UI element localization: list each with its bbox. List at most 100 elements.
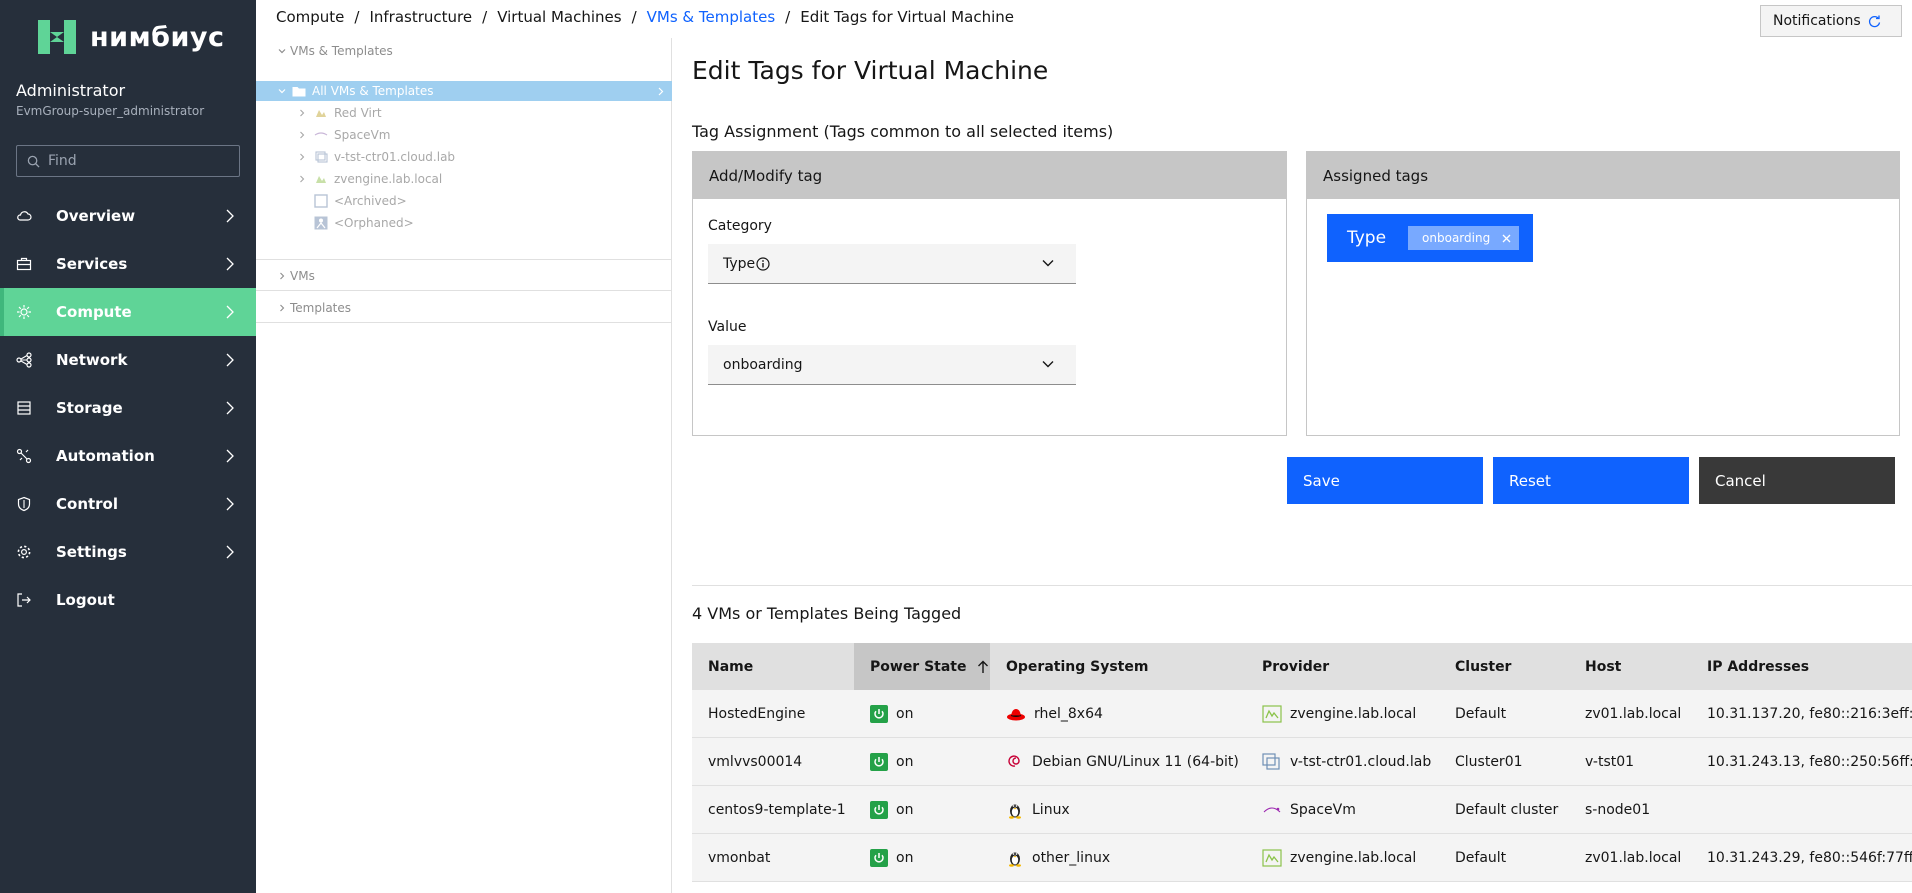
spacevm-provider-icon <box>1263 806 1281 812</box>
cell-power: on <box>854 834 990 881</box>
breadcrumb-compute[interactable]: Compute <box>276 8 344 26</box>
nav-storage[interactable]: Storage <box>0 384 256 432</box>
nav-automation[interactable]: Automation <box>0 432 256 480</box>
tree-node-orphaned[interactable]: <Orphaned> <box>256 216 672 230</box>
power-on-icon <box>870 848 888 867</box>
breadcrumb-virtual-machines[interactable]: Virtual Machines <box>497 8 621 26</box>
power-state: on <box>896 801 914 818</box>
chevron-down-icon <box>1042 361 1054 368</box>
breadcrumb-vms-templates[interactable]: VMs & Templates <box>647 8 776 26</box>
assigned-tags-panel: Assigned tags Type onboarding <box>1306 151 1900 436</box>
table-row[interactable]: centos9-template-1 on Linux SpaceVm Defa… <box>692 786 1912 834</box>
chevron-right-icon <box>226 401 234 415</box>
tree-node-all-vms-templates[interactable]: All VMs & Templates <box>256 81 672 101</box>
shield-icon <box>16 496 32 512</box>
column-header-power-state[interactable]: Power State <box>854 643 990 690</box>
notifications-button[interactable]: Notifications <box>1760 5 1902 37</box>
nav-label: Overview <box>56 207 136 225</box>
tree-section-label: VMs & Templates <box>290 44 393 58</box>
cell-host: s-node01 <box>1585 801 1651 818</box>
breadcrumb-current: Edit Tags for Virtual Machine <box>800 8 1014 26</box>
refresh-bell-icon <box>1868 15 1880 28</box>
power-on-icon <box>870 752 888 771</box>
search-icon <box>27 155 40 168</box>
breadcrumb-infrastructure[interactable]: Infrastructure <box>369 8 472 26</box>
tree-section-vms[interactable]: VMs <box>278 269 315 283</box>
chevron-right-icon <box>280 272 285 280</box>
nav-compute[interactable]: Compute <box>0 288 256 336</box>
power-on-icon <box>870 800 888 819</box>
find-input[interactable] <box>48 153 228 169</box>
power-on-icon <box>870 704 888 723</box>
nav-network[interactable]: Network <box>0 336 256 384</box>
cell-cluster: Default <box>1455 849 1507 866</box>
category-label: Category <box>708 218 772 234</box>
column-header-provider[interactable]: Provider <box>1246 643 1439 690</box>
sort-ascending-icon <box>977 660 988 673</box>
category-select[interactable]: Type <box>708 244 1076 284</box>
debian-icon <box>1008 754 1020 767</box>
database-icon <box>16 400 32 416</box>
tree-section-templates[interactable]: Templates <box>278 301 351 315</box>
tree-node-archived[interactable]: <Archived> <box>256 194 672 208</box>
cancel-button[interactable]: Cancel <box>1699 457 1895 504</box>
sidebar: нимбиус Administrator EvmGroup-super_adm… <box>0 0 256 893</box>
power-state: on <box>896 753 914 770</box>
tree-section-label: VMs <box>290 269 315 283</box>
cell-os: other_linux <box>990 834 1246 881</box>
os-name: rhel_8x64 <box>1034 705 1103 722</box>
tree-node-label: v-tst-ctr01.cloud.lab <box>334 150 456 164</box>
chevron-right-icon <box>300 175 305 183</box>
brand-logo[interactable]: нимбиус <box>34 16 225 58</box>
tree-node-v-tst-ctr01[interactable]: v-tst-ctr01.cloud.lab <box>256 150 672 164</box>
nav-label: Logout <box>56 591 115 609</box>
table-row[interactable]: vmonbat on other_linux zvengine.lab.loca… <box>692 834 1912 882</box>
vcenter-provider-icon <box>1262 752 1280 770</box>
cell-host: v-tst01 <box>1585 753 1635 770</box>
assigned-tag: Type onboarding <box>1327 214 1534 262</box>
nav-overview[interactable]: Overview <box>0 192 256 240</box>
tree-node-red-virt[interactable]: Red Virt <box>256 106 672 120</box>
column-header-host[interactable]: Host <box>1569 643 1691 690</box>
tree-section-vms-templates[interactable]: VMs & Templates <box>278 44 393 58</box>
column-header-cluster[interactable]: Cluster <box>1439 643 1569 690</box>
value-select[interactable]: onboarding <box>708 345 1076 385</box>
cell-name: HostedEngine <box>708 705 806 722</box>
gear-icon <box>16 544 32 560</box>
nav-settings[interactable]: Settings <box>0 528 256 576</box>
tree-section-label: Templates <box>290 301 352 315</box>
chevron-right-icon <box>300 109 305 117</box>
tree-divider <box>256 322 672 323</box>
user-name[interactable]: Administrator <box>16 81 125 100</box>
chevron-down-icon <box>1042 260 1054 267</box>
tree-node-spacevm[interactable]: SpaceVm <box>256 128 672 142</box>
value-value: onboarding <box>723 356 803 373</box>
tree-divider <box>256 259 672 260</box>
tag-assignment-title: Tag Assignment (Tags common to all selec… <box>692 122 1114 141</box>
breadcrumb-separator: / <box>354 8 360 26</box>
chevron-right-icon <box>226 545 234 559</box>
table-row[interactable]: vmlvvs00014 on Debian GNU/Linux 11 (64-b… <box>692 738 1912 786</box>
table-row[interactable]: HostedEngine on rhel_8x64 zvengine.lab.l… <box>692 690 1912 738</box>
column-header-ip[interactable]: IP Addresses <box>1691 643 1912 690</box>
nav-logout[interactable]: Logout <box>0 576 256 624</box>
nav-control[interactable]: Control <box>0 480 256 528</box>
power-state: on <box>896 849 914 866</box>
column-header-name[interactable]: Name <box>692 643 854 690</box>
tree-node-zvengine[interactable]: zvengine.lab.local <box>256 172 672 186</box>
cell-os: Linux <box>990 786 1246 833</box>
chevron-right-icon <box>226 449 234 463</box>
cell-host: zv01.lab.local <box>1585 849 1682 866</box>
add-modify-tag-panel: Add/Modify tag Category Type Value onboa… <box>692 151 1287 436</box>
cell-provider: v-tst-ctr01.cloud.lab <box>1246 738 1439 785</box>
save-button[interactable]: Save <box>1287 457 1483 504</box>
info-icon[interactable] <box>756 256 770 271</box>
tree-node-label: <Archived> <box>334 194 407 208</box>
chevron-right-icon <box>226 353 234 367</box>
column-header-os[interactable]: Operating System <box>990 643 1246 690</box>
automation-icon <box>16 448 32 464</box>
nav-services[interactable]: Services <box>0 240 256 288</box>
cell-name: vmlvvs00014 <box>708 753 803 770</box>
close-icon[interactable] <box>1502 234 1511 243</box>
reset-button[interactable]: Reset <box>1493 457 1689 504</box>
